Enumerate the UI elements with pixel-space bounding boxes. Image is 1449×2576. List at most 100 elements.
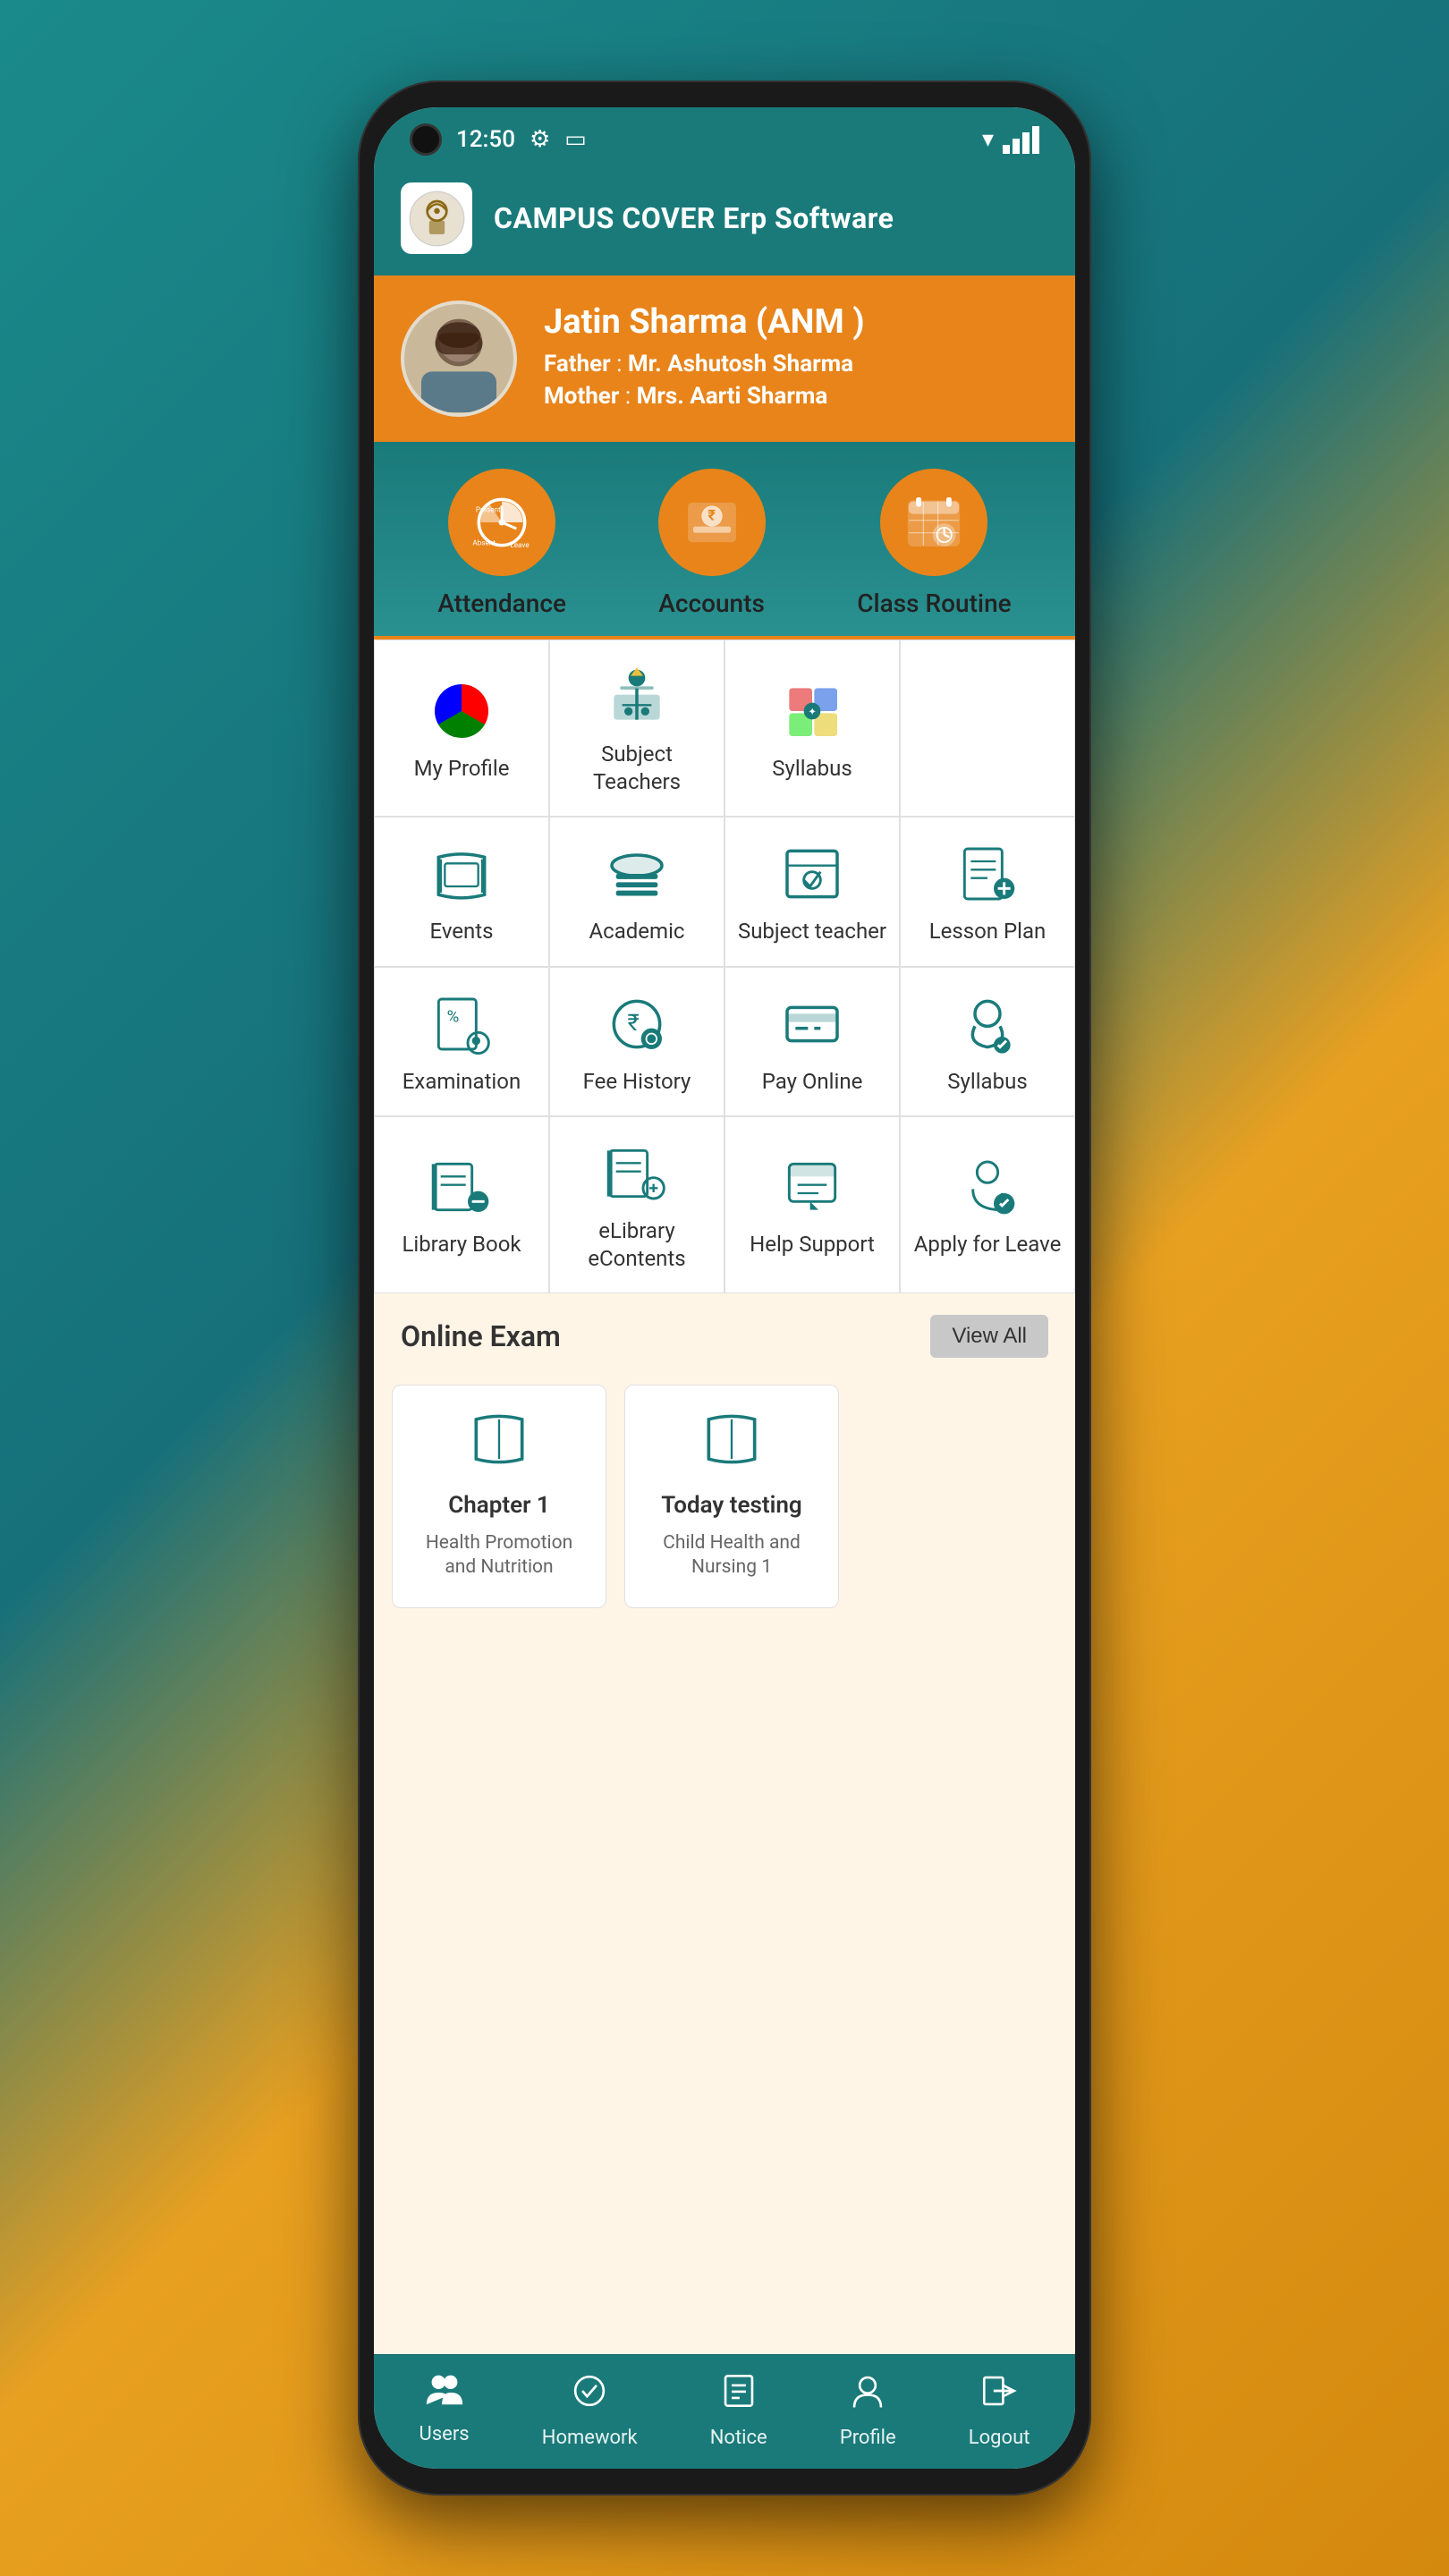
quick-icons-section: Present Absent Leave Attendance ₹ (374, 442, 1075, 636)
profile-father: Father : Mr. Ashutosh Sharma (544, 351, 865, 377)
view-all-button[interactable]: View All (930, 1315, 1048, 1358)
exam-card-today[interactable]: Today testing Child Health and Nursing 1 (624, 1385, 839, 1608)
exam-card-today-sub: Child Health and Nursing 1 (643, 1531, 820, 1580)
settings-icon: ⚙ (530, 126, 550, 153)
menu-academic[interactable]: Academic (549, 817, 724, 966)
quick-class-routine[interactable]: Class Routine (857, 469, 1011, 618)
svg-text:Absent: Absent (472, 538, 496, 547)
fee-history-icon: ₹ (606, 993, 668, 1055)
pay-online-icon (781, 993, 843, 1055)
elibrary-icon (606, 1142, 668, 1205)
menu-apply-leave[interactable]: Apply for Leave (900, 1116, 1075, 1293)
pay-online-label: Pay Online (762, 1068, 863, 1096)
quick-accounts[interactable]: ₹ Accounts (658, 469, 766, 618)
syllabus1-label: Syllabus (772, 755, 852, 783)
status-right: ▾ (982, 126, 1039, 154)
subject-teachers-label: Subject Teachers (559, 741, 715, 796)
apply-leave-label: Apply for Leave (914, 1231, 1062, 1258)
phone-device: 12:50 ⚙ ▭ ▾ (358, 80, 1091, 2496)
status-time: 12:50 (456, 126, 515, 153)
nav-homework-label: Homework (542, 2427, 638, 2449)
exam-card-chapter1-icon (468, 1412, 530, 1479)
attendance-icon-circle: Present Absent Leave (448, 469, 555, 576)
exam-header: Online Exam View All (374, 1293, 1075, 1376)
examination-label: Examination (402, 1068, 521, 1096)
profile-info: Jatin Sharma (ANM ) Father : Mr. Ashutos… (544, 302, 865, 415)
menu-syllabus2[interactable]: Syllabus (900, 967, 1075, 1116)
profile-mother: Mother : Mrs. Aarti Sharma (544, 383, 865, 410)
menu-grid-wrapper: My Profile Subject Teachers (374, 636, 1075, 1293)
nav-users-label: Users (419, 2423, 470, 2445)
notice-nav-icon (719, 2371, 758, 2419)
svg-text:Leave: Leave (510, 540, 530, 549)
nav-homework[interactable]: Homework (542, 2371, 638, 2449)
accounts-icon-circle: ₹ (658, 469, 766, 576)
nav-logout[interactable]: Logout (969, 2371, 1030, 2449)
menu-grid: My Profile Subject Teachers (374, 640, 1075, 1293)
syllabus2-label: Syllabus (947, 1068, 1027, 1096)
wifi-icon: ▾ (982, 126, 994, 153)
bottom-nav: Users Homework (374, 2354, 1075, 2469)
online-exam-section: Online Exam View All Chapter 1 Health Pr… (374, 1293, 1075, 2354)
menu-pay-online[interactable]: Pay Online (724, 967, 900, 1116)
menu-elibrary[interactable]: eLibrary eContents (549, 1116, 724, 1293)
nav-logout-label: Logout (969, 2427, 1030, 2449)
status-bar: 12:50 ⚙ ▭ ▾ (374, 107, 1075, 165)
subject-teacher-label: Subject teacher (738, 918, 886, 945)
svg-text:₹: ₹ (628, 1010, 640, 1037)
events-icon (430, 843, 493, 905)
quick-attendance[interactable]: Present Absent Leave Attendance (437, 469, 566, 618)
fee-history-label: Fee History (583, 1068, 691, 1096)
users-nav-icon (423, 2371, 466, 2416)
apply-leave-icon (956, 1156, 1019, 1218)
profile-name: Jatin Sharma (ANM ) (544, 302, 865, 342)
menu-my-profile[interactable]: My Profile (374, 640, 549, 817)
academic-icon (606, 843, 668, 905)
accounts-label: Accounts (658, 589, 765, 618)
help-support-icon (781, 1156, 843, 1218)
avatar (401, 301, 517, 417)
class-routine-icon-circle (880, 469, 987, 576)
events-label: Events (429, 918, 493, 945)
subject-teacher-icon (781, 843, 843, 905)
menu-subject-teachers[interactable]: Subject Teachers (549, 640, 724, 817)
lesson-plan-label: Lesson Plan (929, 918, 1046, 945)
nav-profile[interactable]: Profile (840, 2371, 896, 2449)
empty1-icon (956, 693, 1019, 756)
exam-card-today-title: Today testing (661, 1492, 801, 1519)
exam-card-today-icon (700, 1412, 763, 1479)
logout-nav-icon (979, 2371, 1019, 2419)
my-profile-icon (430, 680, 493, 742)
exam-card-chapter1-title: Chapter 1 (448, 1492, 550, 1519)
attendance-label: Attendance (437, 589, 566, 618)
exam-card-chapter1-sub: Health Promotion and Nutrition (411, 1531, 588, 1580)
nav-notice[interactable]: Notice (710, 2371, 767, 2449)
phone-screen: 12:50 ⚙ ▭ ▾ (374, 107, 1075, 2469)
menu-subject-teacher[interactable]: Subject teacher (724, 817, 900, 966)
class-routine-label: Class Routine (857, 589, 1011, 618)
exam-card-chapter1[interactable]: Chapter 1 Health Promotion and Nutrition (392, 1385, 606, 1608)
camera-dot (410, 123, 442, 156)
menu-events[interactable]: Events (374, 817, 549, 966)
profile-banner: Jatin Sharma (ANM ) Father : Mr. Ashutos… (374, 275, 1075, 442)
menu-help-support[interactable]: Help Support (724, 1116, 900, 1293)
nav-notice-label: Notice (710, 2427, 767, 2449)
syllabus2-icon (956, 993, 1019, 1055)
examination-icon: % (430, 993, 493, 1055)
svg-text:✦: ✦ (808, 705, 817, 717)
syllabus1-icon: ✦ (781, 680, 843, 742)
help-support-label: Help Support (750, 1231, 875, 1258)
exam-cards-list: Chapter 1 Health Promotion and Nutrition… (374, 1376, 1075, 1626)
father-name: Mr. Ashutosh Sharma (628, 351, 853, 377)
library-book-icon (430, 1156, 493, 1218)
menu-library-book[interactable]: Library Book (374, 1116, 549, 1293)
menu-fee-history[interactable]: ₹ Fee History (549, 967, 724, 1116)
nav-users[interactable]: Users (419, 2371, 470, 2449)
menu-empty1 (900, 640, 1075, 817)
menu-examination[interactable]: % Examination (374, 967, 549, 1116)
sim-icon: ▭ (564, 126, 587, 153)
menu-lesson-plan[interactable]: Lesson Plan (900, 817, 1075, 966)
menu-syllabus1[interactable]: ✦ Syllabus (724, 640, 900, 817)
mother-name: Mrs. Aarti Sharma (637, 383, 828, 410)
my-profile-label: My Profile (414, 755, 510, 783)
